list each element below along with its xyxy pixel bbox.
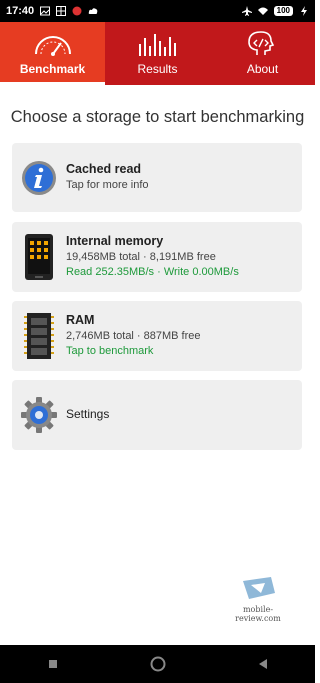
watermark: mobile-review.com — [228, 575, 288, 623]
internal-memory-speed: Read 252.35MB/s · Write 0.00MB/s — [66, 266, 239, 278]
ram-chip-icon — [24, 313, 54, 359]
image-icon — [40, 6, 51, 16]
gear-icon — [21, 397, 57, 433]
tab-benchmark-label: Benchmark — [19, 62, 86, 76]
tab-about[interactable]: About — [210, 22, 315, 85]
wifi-icon — [257, 7, 268, 15]
tab-bar: Benchmark Results About — [0, 22, 315, 85]
internal-memory-card[interactable]: Internal memory 19,458MB total · 8,191MB… — [12, 222, 302, 292]
airplane-icon — [241, 6, 252, 16]
watermark-logo — [243, 577, 275, 599]
tab-results[interactable]: Results — [105, 22, 210, 85]
recents-button[interactable] — [33, 649, 73, 679]
circle-icon — [150, 656, 165, 672]
internal-memory-title: Internal memory — [66, 234, 164, 248]
watermark-text: mobile-review.com — [235, 605, 281, 623]
home-button[interactable] — [138, 649, 178, 679]
cloud-icon — [88, 8, 98, 14]
ram-title: RAM — [66, 313, 95, 327]
tab-results-label: Results — [137, 62, 178, 76]
cached-read-subtitle: Tap for more info — [66, 179, 149, 191]
settings-title: Settings — [66, 407, 110, 421]
battery-indicator: 100 — [273, 6, 293, 16]
cached-read-title: Cached read — [66, 162, 142, 176]
phone-icon — [25, 234, 53, 280]
settings-card[interactable]: Settings — [12, 380, 302, 450]
ram-action: Tap to benchmark — [66, 345, 154, 357]
back-button[interactable] — [243, 649, 283, 679]
page-heading: Choose a storage to start benchmarking — [10, 108, 305, 126]
status-bar: 17:40 100 — [0, 0, 315, 22]
ram-card[interactable]: RAM 2,746MB total · 887MB free Tap to be… — [12, 301, 302, 371]
square-icon — [48, 660, 57, 668]
triangle-back-icon — [258, 659, 267, 669]
cached-read-card[interactable]: Cached read Tap for more info — [12, 143, 302, 212]
speedometer-icon — [34, 36, 71, 56]
tab-about-label: About — [246, 62, 279, 76]
status-time: 17:40 — [6, 5, 35, 17]
info-icon — [22, 160, 56, 195]
app-notification-icon — [72, 6, 82, 16]
tab-benchmark[interactable]: Benchmark — [0, 22, 105, 85]
charging-icon — [301, 6, 307, 16]
head-code-icon — [247, 31, 274, 55]
grid-icon — [56, 6, 67, 16]
bars-icon — [138, 34, 176, 56]
ram-size: 2,746MB total · 887MB free — [66, 330, 201, 342]
nav-bar — [0, 645, 315, 683]
internal-memory-size: 19,458MB total · 8,191MB free — [66, 251, 216, 263]
